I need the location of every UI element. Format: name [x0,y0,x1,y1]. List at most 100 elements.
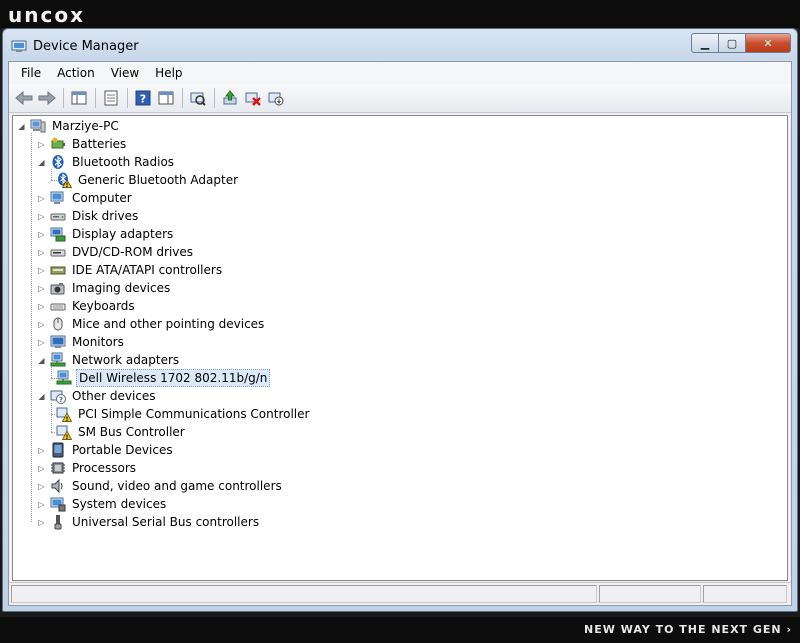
tree-category[interactable]: ▷ Portable Devices [37,441,175,459]
expand-arrow-icon[interactable]: ▷ [37,500,46,509]
back-button[interactable] [13,87,35,109]
expand-arrow-icon[interactable]: ▷ [37,248,46,257]
brand-tagline: NEW WAY TO THE NEXT GEN › [584,623,792,636]
tree-category[interactable]: ▷ Mice and other pointing devices [37,315,266,333]
uninstall-button[interactable] [242,87,264,109]
tree-item-label: SM Bus Controller [78,425,185,439]
expand-arrow-icon[interactable]: ▷ [37,140,46,149]
collapse-arrow-icon[interactable]: ◢ [37,158,46,167]
tree-connector [51,378,57,379]
bluetooth-warning-icon: ! [56,172,72,188]
collapse-arrow-icon[interactable]: ◢ [17,122,26,131]
tree-item-label: Disk drives [72,209,139,223]
expand-arrow-icon[interactable]: ▷ [37,302,46,311]
speaker-icon [50,478,66,494]
tree-category[interactable]: ▷ IDE ATA/ATAPI controllers [37,261,224,279]
toolbar-separator [95,88,96,108]
menu-view[interactable]: View [103,64,147,82]
expand-arrow-icon[interactable]: ▷ [37,518,46,527]
ide-controller-icon [50,262,66,278]
tree-category[interactable]: ▷ Keyboards [37,297,137,315]
tree-item-label: Other devices [72,389,156,403]
keyboard-icon [50,298,66,314]
collapse-arrow-icon[interactable]: ◢ [37,356,46,365]
properties-button[interactable] [100,87,122,109]
tree-category[interactable]: ▷ Display adapters [37,225,175,243]
title-bar[interactable]: Device Manager ▁ ▢ ✕ [3,29,797,61]
close-button[interactable]: ✕ [746,33,791,53]
expand-arrow-icon[interactable]: ▷ [37,464,46,473]
expand-arrow-icon[interactable]: ▷ [37,446,46,455]
tree-category[interactable]: ▷ DVD/CD-ROM drives [37,243,195,261]
tree-category[interactable]: ▷ Batteries [37,135,128,153]
toolbar-separator [63,88,64,108]
expand-arrow-icon[interactable]: ▷ [37,482,46,491]
monitor-icon [50,334,66,350]
help-button[interactable]: ? [132,87,154,109]
svg-text:!: ! [66,182,69,188]
dvd-drive-icon [50,244,66,260]
tree-device[interactable]: Dell Wireless 1702 802.11b/g/n [56,369,271,387]
tree-category[interactable]: ▷ Imaging devices [37,279,172,297]
device-tree[interactable]: ◢ Marziye-PC ▷ Batteries ◢ Bluetooth Radios! G… [12,115,788,581]
expand-arrow-icon[interactable]: ▷ [37,320,46,329]
minimize-icon: ▁ [700,36,710,50]
tree-category[interactable]: ◢? Other devices [37,387,158,405]
disable-button[interactable] [265,87,287,109]
minimize-button[interactable]: ▁ [691,33,719,53]
collapse-arrow-icon[interactable]: ◢ [37,392,46,401]
maximize-button[interactable]: ▢ [719,33,746,53]
tree-category[interactable]: ▷ Monitors [37,333,126,351]
tree-device[interactable]: ! PCI Simple Communications Controller [56,405,311,423]
toolbar: ? [9,84,791,113]
tree-connector [51,403,52,432]
tree-category[interactable]: ▷ Sound, video and game controllers [37,477,284,495]
tree-connector [51,169,52,180]
expand-arrow-icon[interactable]: ▷ [37,284,46,293]
battery-icon [50,136,66,152]
window-client-area: File Action View Help ? ◢ Marziye-PC ▷ B… [8,61,792,606]
expand-arrow-icon[interactable]: ▷ [37,266,46,275]
tree-root-computer[interactable]: ◢ Marziye-PC [17,117,121,135]
toolbar-separator [127,88,128,108]
disable-icon [268,92,284,106]
tree-item-label: Sound, video and game controllers [72,479,282,493]
menu-action[interactable]: Action [49,64,103,82]
disk-drive-icon [50,208,66,224]
status-pane-middle [599,585,701,603]
toolbar-separator [214,88,215,108]
tree-device[interactable]: ! Generic Bluetooth Adapter [56,171,240,189]
tree-connector [51,432,57,433]
network-adapter-icon [56,370,72,386]
properties-icon [104,90,118,106]
tree-category[interactable]: ◢ Network adapters [37,351,181,369]
network-adapter-icon [50,352,66,368]
tree-category[interactable]: ▷ System devices [37,495,168,513]
expand-arrow-icon[interactable]: ▷ [37,230,46,239]
tree-item-label: Marziye-PC [52,119,119,133]
menu-help[interactable]: Help [147,64,190,82]
tree-category[interactable]: ◢ Bluetooth Radios [37,153,176,171]
expand-arrow-icon[interactable]: ▷ [37,338,46,347]
device-manager-window: Device Manager ▁ ▢ ✕ File Action View He… [2,28,798,612]
menu-file[interactable]: File [13,64,49,82]
svg-text:?: ? [59,396,63,404]
tree-category[interactable]: ▷ Universal Serial Bus controllers [37,513,261,531]
tree-connector [31,133,32,522]
forward-button[interactable] [36,87,58,109]
update-driver-button[interactable] [219,87,241,109]
scan-for-hardware-changes-button[interactable] [187,87,209,109]
tree-device[interactable]: ! SM Bus Controller [56,423,187,441]
bluetooth-icon [50,154,66,170]
expand-arrow-icon[interactable]: ▷ [37,194,46,203]
tree-connector [51,180,57,181]
tree-category[interactable]: ▷ Processors [37,459,138,477]
expand-arrow-icon[interactable]: ▷ [37,212,46,221]
tree-item-label: Display adapters [72,227,174,241]
show-action-pane-button[interactable] [155,87,177,109]
device-warning-icon: ! [56,424,72,440]
caption-buttons: ▁ ▢ ✕ [691,33,791,53]
tree-category[interactable]: ▷ Disk drives [37,207,140,225]
tree-category[interactable]: ▷ Computer [37,189,134,207]
show-hide-console-tree-button[interactable] [68,87,90,109]
